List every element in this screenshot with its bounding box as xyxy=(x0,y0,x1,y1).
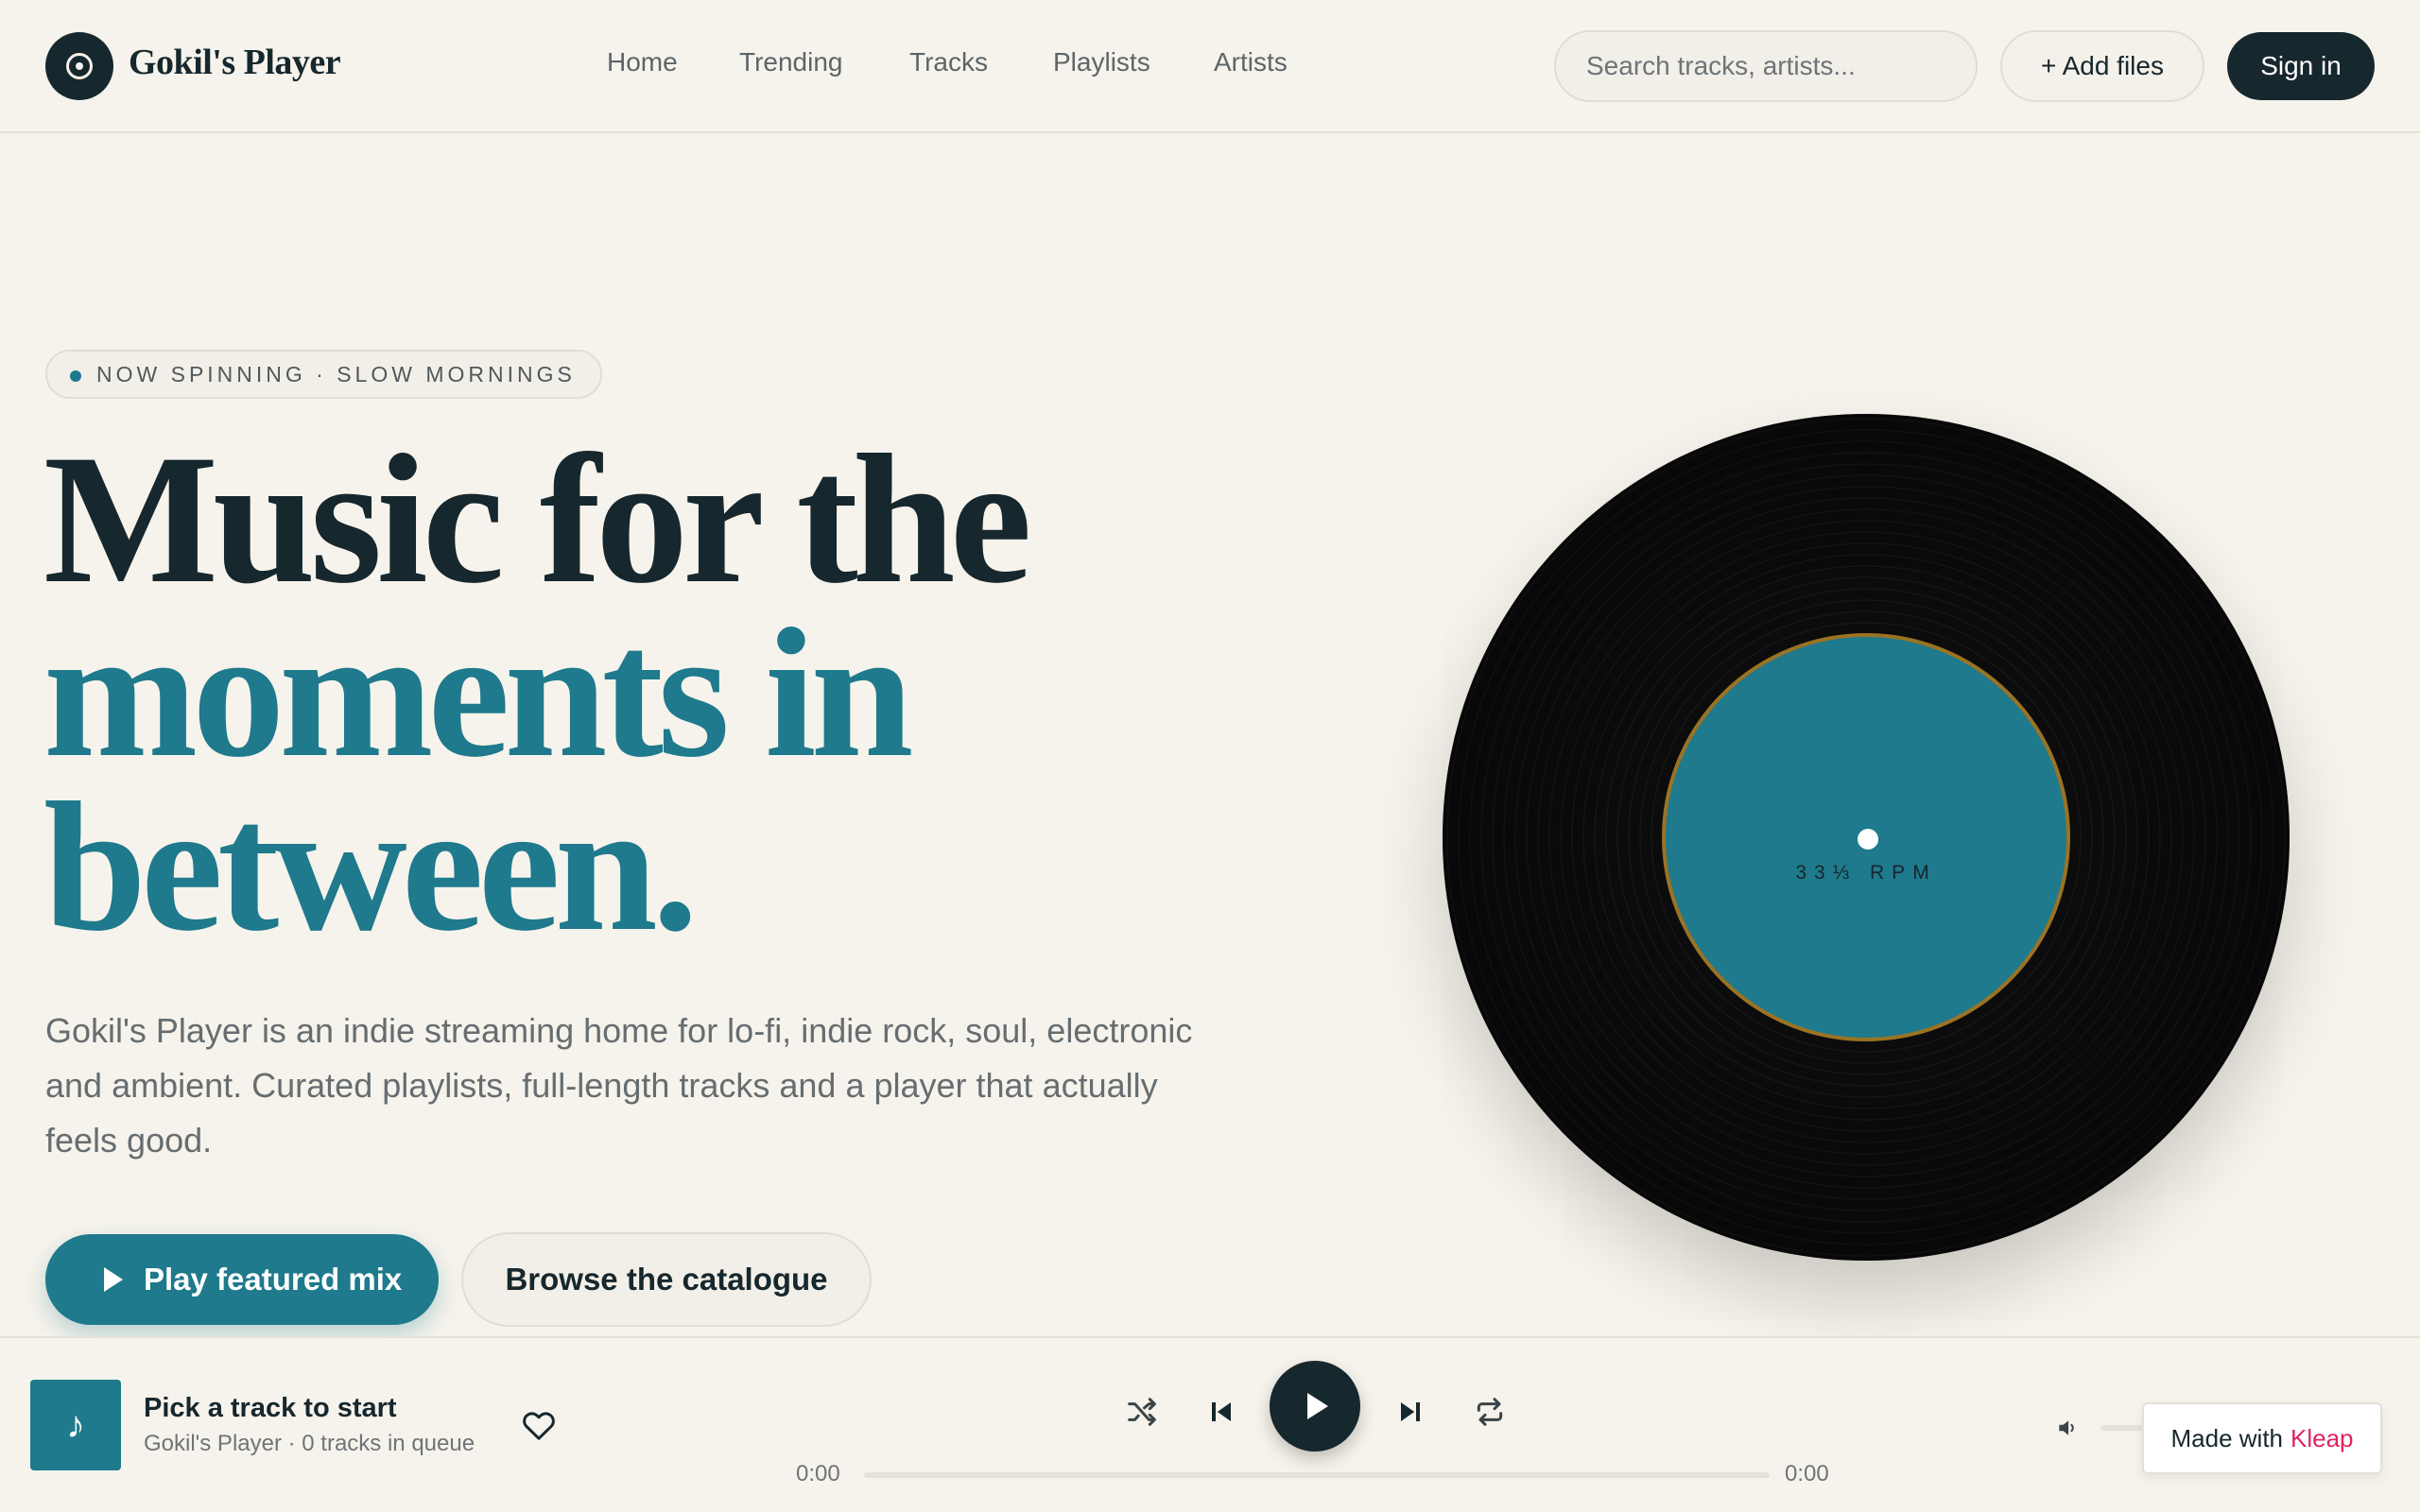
play-pause-button[interactable] xyxy=(1270,1361,1360,1452)
now-spinning-text: NOW SPINNING · SLOW MORNINGS xyxy=(96,361,576,387)
elapsed-time: 0:00 xyxy=(796,1461,840,1486)
add-files-button[interactable]: + Add files xyxy=(2000,30,2204,102)
top-nav-bar: Gokil's Player Home Trending Tracks Play… xyxy=(0,0,2420,133)
browse-catalogue-button[interactable]: Browse the catalogue xyxy=(461,1232,872,1327)
volume-icon[interactable] xyxy=(2055,1416,2080,1440)
nav-artists[interactable]: Artists xyxy=(1214,47,1288,77)
play-featured-mix-label: Play featured mix xyxy=(144,1262,403,1297)
music-note-icon: ♪ xyxy=(30,1380,121,1470)
spindle-hole xyxy=(1858,829,1878,850)
search-input[interactable] xyxy=(1554,30,1978,102)
player-bar: ♪ Pick a track to start Gokil's Player ·… xyxy=(0,1336,2420,1512)
logo-dot xyxy=(76,62,83,70)
vinyl-center-label: 33⅓ RPM xyxy=(1662,633,2070,1041)
now-playing-subtitle: Gokil's Player · 0 tracks in queue xyxy=(144,1431,475,1456)
nav-playlists[interactable]: Playlists xyxy=(1053,47,1150,77)
headline-line-2: moments in xyxy=(43,591,914,796)
sign-in-button[interactable]: Sign in xyxy=(2227,32,2375,100)
vinyl-record-image: 33⅓ RPM xyxy=(1443,414,2290,1261)
seek-bar[interactable] xyxy=(864,1472,1770,1478)
repeat-icon[interactable] xyxy=(1471,1393,1509,1431)
heart-icon[interactable] xyxy=(520,1406,558,1444)
hero-headline: Music for the moments in between. xyxy=(43,427,1032,970)
made-with-badge[interactable]: Made with Kleap xyxy=(2142,1402,2382,1474)
play-icon xyxy=(1307,1393,1328,1419)
live-dot-icon xyxy=(70,370,81,382)
now-playing-title: Pick a track to start xyxy=(144,1393,397,1423)
play-featured-mix-button[interactable]: Play featured mix xyxy=(45,1234,439,1325)
made-with-text: Made with xyxy=(2170,1423,2284,1452)
play-icon xyxy=(104,1267,123,1292)
nav-tracks[interactable]: Tracks xyxy=(909,47,988,77)
headline-line-3: between. xyxy=(43,765,699,970)
total-time: 0:00 xyxy=(1785,1461,1829,1486)
hero-description: Gokil's Player is an indie streaming hom… xyxy=(45,1011,1193,1160)
logo-disc-icon[interactable] xyxy=(45,32,113,100)
brand-name[interactable]: Gokil's Player xyxy=(129,42,341,83)
rpm-label: 33⅓ RPM xyxy=(1795,862,1937,884)
next-track-icon[interactable] xyxy=(1392,1393,1429,1431)
nav-home[interactable]: Home xyxy=(607,47,678,77)
now-spinning-pill: NOW SPINNING · SLOW MORNINGS xyxy=(45,350,602,399)
previous-track-icon[interactable] xyxy=(1202,1393,1240,1431)
shuffle-icon[interactable] xyxy=(1123,1393,1161,1431)
nav-trending[interactable]: Trending xyxy=(739,47,842,77)
made-with-brand: Kleap xyxy=(2290,1423,2354,1452)
